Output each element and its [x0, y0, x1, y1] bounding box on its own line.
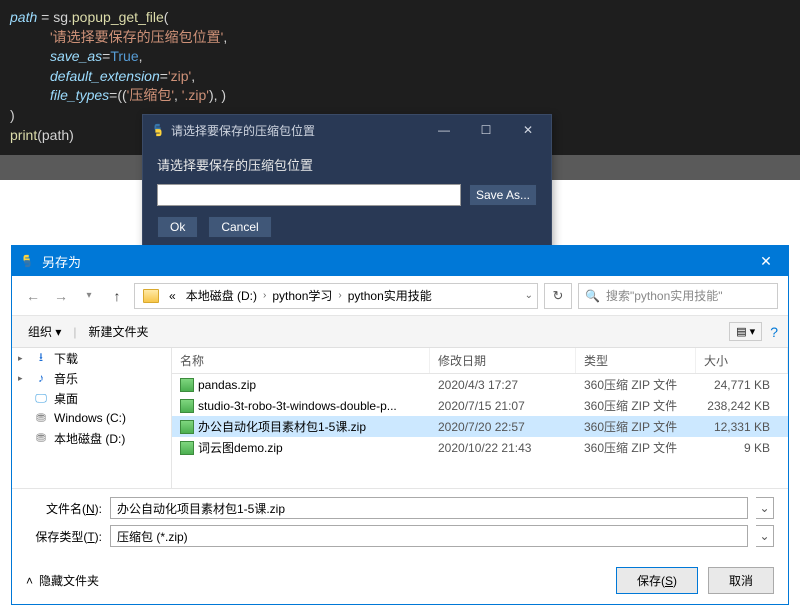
- bottom-fields: 文件名(N): ⌄ 保存类型(T): ⌄: [12, 488, 788, 561]
- breadcrumb-seg[interactable]: 本地磁盘 (D:): [182, 287, 261, 304]
- filename-label: 文件名(N):: [26, 500, 102, 517]
- organize-menu[interactable]: 组织 ▾: [22, 319, 67, 344]
- col-name[interactable]: 名称: [172, 348, 430, 373]
- sidebar-item-drive-d[interactable]: ⛃本地磁盘 (D:): [12, 428, 171, 448]
- filename-input[interactable]: [110, 497, 748, 519]
- col-type[interactable]: 类型: [576, 348, 696, 373]
- table-row[interactable]: studio-3t-robo-3t-windows-double-p...202…: [172, 395, 788, 416]
- sidebar-item-downloads[interactable]: ▸⭳下载: [12, 348, 171, 368]
- table-row[interactable]: 办公自动化项目素材包1-5课.zip2020/7/20 22:57360压缩 Z…: [172, 416, 788, 437]
- maximize-button[interactable]: ☐: [465, 116, 507, 144]
- breadcrumb-seg[interactable]: python实用技能: [344, 287, 436, 304]
- table-row[interactable]: 词云图demo.zip2020/10/22 21:43360压缩 ZIP 文件9…: [172, 437, 788, 458]
- saveas-dialog: 另存为 ✕ ← → ▾ ↑ « 本地磁盘 (D:) › python学习 › p…: [11, 245, 789, 605]
- col-size[interactable]: 大小: [696, 348, 788, 373]
- nav-back-button[interactable]: ←: [22, 285, 44, 307]
- popup-window: 请选择要保存的压缩包位置 — ☐ ✕ 请选择要保存的压缩包位置 Save As.…: [142, 114, 552, 253]
- sidebar-item-drive-c[interactable]: ⛃Windows (C:): [12, 408, 171, 428]
- dialog-titlebar[interactable]: 另存为 ✕: [12, 246, 788, 276]
- save-button[interactable]: 保存(S): [616, 567, 698, 594]
- cancel-button[interactable]: Cancel: [208, 216, 271, 238]
- new-folder-button[interactable]: 新建文件夹: [82, 319, 154, 344]
- chevron-down-icon[interactable]: ⌄: [525, 290, 533, 301]
- column-headers[interactable]: 名称 修改日期 类型 大小: [172, 348, 788, 374]
- breadcrumb-seg[interactable]: python学习: [268, 287, 336, 304]
- help-button[interactable]: ?: [770, 324, 778, 340]
- ok-button[interactable]: Ok: [157, 216, 198, 238]
- filetype-dropdown[interactable]: ⌄: [756, 525, 774, 547]
- nav-forward-button[interactable]: →: [50, 285, 72, 307]
- popup-title: 请选择要保存的压缩包位置: [171, 122, 315, 139]
- python-icon: [20, 254, 34, 268]
- filetype-select[interactable]: [110, 525, 748, 547]
- filename-dropdown[interactable]: ⌄: [756, 497, 774, 519]
- dialog-footer: ˄ 隐藏文件夹 保存(S) 取消: [12, 561, 788, 604]
- search-icon: 🔍: [585, 289, 600, 303]
- folder-icon: [143, 289, 159, 303]
- nav-history-button[interactable]: ▾: [78, 285, 100, 307]
- file-list: 名称 修改日期 类型 大小 pandas.zip2020/4/3 17:2736…: [172, 348, 788, 488]
- python-icon: [151, 123, 165, 137]
- breadcrumb[interactable]: « 本地磁盘 (D:) › python学习 › python实用技能 ⌄: [134, 283, 538, 309]
- nav-row: ← → ▾ ↑ « 本地磁盘 (D:) › python学习 › python实…: [12, 276, 788, 316]
- col-date[interactable]: 修改日期: [430, 348, 576, 373]
- table-row[interactable]: pandas.zip2020/4/3 17:27360压缩 ZIP 文件24,7…: [172, 374, 788, 395]
- sidebar-item-desktop[interactable]: 🖵桌面: [12, 388, 171, 408]
- dialog-close-button[interactable]: ✕: [744, 246, 788, 276]
- download-icon: ⭳: [34, 351, 48, 365]
- dialog-title: 另存为: [42, 252, 81, 271]
- popup-titlebar[interactable]: 请选择要保存的压缩包位置 — ☐ ✕: [143, 115, 551, 145]
- filetype-label: 保存类型(T):: [26, 528, 102, 545]
- hide-folders-toggle[interactable]: ˄ 隐藏文件夹: [26, 572, 99, 589]
- popup-path-input[interactable]: [157, 184, 461, 206]
- saveas-button[interactable]: Save As...: [469, 184, 537, 206]
- sidebar: ▸⭳下载 ▸♪音乐 🖵桌面 ⛃Windows (C:) ⛃本地磁盘 (D:): [12, 348, 172, 488]
- close-button[interactable]: ✕: [507, 116, 549, 144]
- popup-label: 请选择要保存的压缩包位置: [157, 155, 537, 174]
- sidebar-item-music[interactable]: ▸♪音乐: [12, 368, 171, 388]
- chevron-up-icon: ˄: [26, 574, 33, 588]
- zip-icon: [180, 420, 194, 434]
- zip-icon: [180, 399, 194, 413]
- search-input[interactable]: 🔍 搜索"python实用技能": [578, 283, 778, 309]
- zip-icon: [180, 441, 194, 455]
- dialog-cancel-button[interactable]: 取消: [708, 567, 774, 594]
- view-mode-button[interactable]: ▤ ▾: [729, 322, 762, 341]
- nav-up-button[interactable]: ↑: [106, 285, 128, 307]
- desktop-icon: 🖵: [34, 391, 48, 405]
- refresh-button[interactable]: ↻: [544, 283, 572, 309]
- drive-icon: ⛃: [34, 411, 48, 425]
- drive-icon: ⛃: [34, 431, 48, 445]
- chevron-right-icon: ›: [263, 290, 266, 301]
- minimize-button[interactable]: —: [423, 116, 465, 144]
- music-icon: ♪: [34, 371, 48, 385]
- zip-icon: [180, 378, 194, 392]
- search-placeholder: 搜索"python实用技能": [606, 287, 723, 304]
- toolbar: 组织 ▾ | 新建文件夹 ▤ ▾ ?: [12, 316, 788, 348]
- chevron-right-icon: ›: [338, 290, 341, 301]
